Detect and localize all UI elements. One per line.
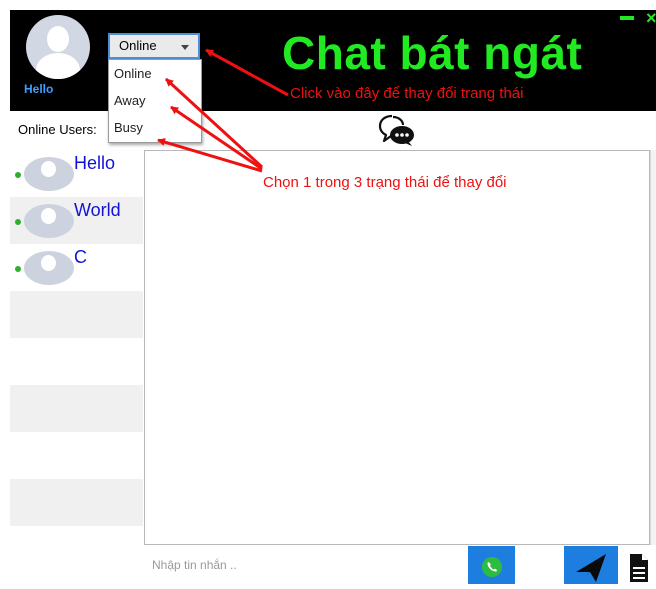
user-list-item-world[interactable]: World (10, 197, 143, 244)
chat-messages-area[interactable] (144, 150, 650, 545)
close-icon[interactable]: × (646, 8, 656, 29)
status-option-away[interactable]: Away (109, 87, 201, 114)
user-list-empty-row (10, 526, 143, 573)
online-users-list: Hello World C (10, 150, 143, 584)
send-button[interactable] (564, 546, 618, 584)
document-icon[interactable] (628, 552, 650, 582)
user-list-empty-row (10, 291, 143, 338)
status-selected-value: Online (119, 38, 157, 53)
user-list-name: Hello (74, 153, 116, 173)
online-users-label: Online Users: (18, 122, 97, 137)
user-list-item-hello[interactable]: Hello (10, 150, 143, 197)
user-list-name: World (74, 200, 121, 220)
status-option-busy[interactable]: Busy (109, 114, 201, 141)
user-avatar-small (24, 251, 74, 285)
annotation-click-hint: Click vào đây để thay đổi trang thái (290, 85, 524, 102)
online-status-dot (15, 266, 21, 272)
status-select[interactable]: Online (108, 33, 200, 59)
user-avatar-small (24, 157, 74, 191)
online-status-dot (15, 219, 21, 225)
current-user-name: Hello (24, 82, 54, 96)
user-list-name: C (74, 247, 87, 267)
status-option-online[interactable]: Online (109, 60, 201, 87)
user-avatar-small (24, 204, 74, 238)
paper-plane-icon (576, 554, 606, 582)
user-list-empty-row (10, 479, 143, 526)
user-list-item-c[interactable]: C (10, 244, 143, 291)
phone-icon (482, 557, 502, 577)
chat-scrollbar[interactable] (650, 150, 656, 545)
app-title: Chat bát ngát (282, 27, 583, 79)
call-button[interactable] (468, 546, 515, 584)
user-list-empty-row (10, 432, 143, 479)
user-avatar[interactable] (26, 15, 90, 79)
user-list-empty-row (10, 385, 143, 432)
chat-bubbles-icon[interactable] (378, 113, 418, 147)
message-input[interactable] (144, 546, 464, 584)
user-list-empty-row (10, 338, 143, 385)
online-status-dot (15, 172, 21, 178)
minimize-icon[interactable] (620, 16, 634, 20)
annotation-choose-hint: Chọn 1 trong 3 trạng thái để thay đổi (263, 174, 507, 191)
chevron-down-icon (181, 45, 189, 50)
status-dropdown-list: Online Away Busy (108, 59, 202, 143)
